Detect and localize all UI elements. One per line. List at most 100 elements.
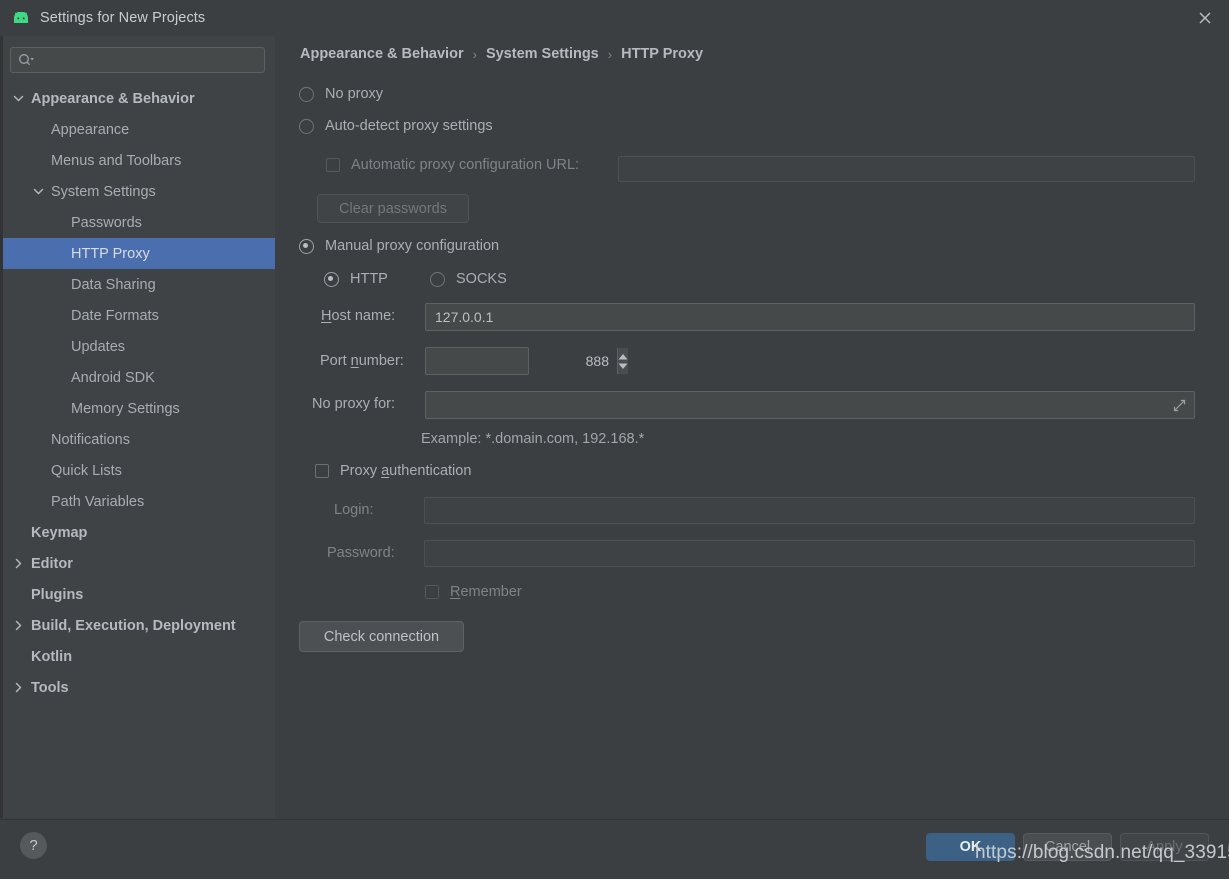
sidebar-item-label: Data Sharing bbox=[71, 276, 156, 293]
sidebar-item-updates[interactable]: Updates bbox=[3, 331, 275, 362]
sidebar-item-keymap[interactable]: Keymap bbox=[3, 517, 275, 548]
login-field[interactable] bbox=[424, 497, 1195, 524]
sidebar-item-label: Path Variables bbox=[51, 493, 145, 510]
auto-detect-label: Auto-detect proxy settings bbox=[325, 118, 493, 134]
close-icon[interactable] bbox=[1181, 0, 1229, 36]
sidebar-item-appearance-behavior[interactable]: Appearance & Behavior bbox=[3, 83, 275, 114]
dialog-action-buttons: OK Cancel Apply bbox=[926, 833, 1209, 861]
login-input[interactable] bbox=[432, 501, 1187, 520]
sidebar-item-label: Appearance & Behavior bbox=[31, 90, 195, 107]
sidebar-item-label: Tools bbox=[31, 679, 69, 696]
title-bar: Settings for New Projects bbox=[0, 0, 1229, 36]
sidebar-item-data-sharing[interactable]: Data Sharing bbox=[3, 269, 275, 300]
manual-proxy-label: Manual proxy configuration bbox=[325, 238, 500, 254]
ok-button[interactable]: OK bbox=[926, 833, 1015, 861]
no-proxy-radio-row[interactable]: No proxy bbox=[299, 86, 383, 102]
no-proxy-for-input[interactable] bbox=[433, 396, 1164, 414]
sidebar-item-system-settings[interactable]: System Settings bbox=[3, 176, 275, 207]
sidebar-item-http-proxy[interactable]: HTTP Proxy bbox=[3, 238, 275, 269]
help-icon[interactable]: ? bbox=[20, 832, 47, 859]
search-field[interactable] bbox=[10, 47, 265, 73]
sidebar-item-label: HTTP Proxy bbox=[71, 245, 150, 262]
sidebar-item-tools[interactable]: Tools bbox=[3, 672, 275, 703]
sidebar-item-label: Build, Execution, Deployment bbox=[31, 617, 236, 634]
sidebar-item-label: Android SDK bbox=[71, 369, 155, 386]
sidebar-item-label: Passwords bbox=[71, 214, 142, 231]
sidebar-item-label: Quick Lists bbox=[51, 462, 122, 479]
socks-label: SOCKS bbox=[456, 271, 507, 287]
http-label: HTTP bbox=[350, 271, 388, 287]
sidebar-item-label: Memory Settings bbox=[71, 400, 180, 417]
sidebar-item-label: Menus and Toolbars bbox=[51, 152, 182, 169]
sidebar-item-notifications[interactable]: Notifications bbox=[3, 424, 275, 455]
chevron-right-icon[interactable] bbox=[11, 556, 26, 571]
port-number-input[interactable] bbox=[426, 348, 617, 374]
sidebar-item-path-variables[interactable]: Path Variables bbox=[3, 486, 275, 517]
pac-url-field[interactable] bbox=[618, 156, 1195, 182]
socks-radio[interactable] bbox=[430, 271, 445, 287]
search-input[interactable] bbox=[35, 51, 264, 69]
chevron-down-icon[interactable] bbox=[11, 91, 26, 106]
port-number-spinner[interactable] bbox=[425, 347, 628, 375]
check-connection-button[interactable]: Check connection bbox=[299, 621, 464, 652]
host-name-input[interactable] bbox=[433, 308, 1187, 326]
sidebar-item-editor[interactable]: Editor bbox=[3, 548, 275, 579]
pac-url-input[interactable] bbox=[626, 160, 1187, 178]
chevron-right-icon[interactable] bbox=[11, 618, 26, 633]
sidebar-item-plugins[interactable]: Plugins bbox=[3, 579, 275, 610]
proxy-authentication-row[interactable]: Proxy authentication bbox=[315, 463, 471, 479]
password-input[interactable] bbox=[432, 544, 1187, 563]
sidebar-item-label: Date Formats bbox=[71, 307, 159, 324]
remember-checkbox[interactable] bbox=[425, 585, 439, 599]
sidebar-item-date-formats[interactable]: Date Formats bbox=[3, 300, 275, 331]
apply-button[interactable]: Apply bbox=[1120, 833, 1209, 861]
android-robot-icon bbox=[12, 9, 30, 27]
cancel-button[interactable]: Cancel bbox=[1023, 833, 1112, 861]
expand-diagonal-icon[interactable] bbox=[1164, 399, 1194, 412]
no-proxy-for-field[interactable] bbox=[425, 391, 1195, 419]
remember-row[interactable]: Remember bbox=[425, 584, 522, 600]
sidebar-item-android-sdk[interactable]: Android SDK bbox=[3, 362, 275, 393]
auto-detect-radio[interactable] bbox=[299, 118, 314, 134]
pac-url-checkbox[interactable] bbox=[326, 158, 340, 172]
sidebar-item-passwords[interactable]: Passwords bbox=[3, 207, 275, 238]
chevron-down-icon[interactable] bbox=[31, 184, 46, 199]
chevron-right-icon[interactable] bbox=[11, 680, 26, 695]
no-proxy-label: No proxy bbox=[325, 86, 384, 102]
proxy-authentication-checkbox[interactable] bbox=[315, 464, 329, 478]
pac-url-label: Automatic proxy configuration URL: bbox=[351, 157, 580, 173]
sidebar-item-label: Plugins bbox=[31, 586, 84, 603]
breadcrumb-part-2[interactable]: System Settings bbox=[486, 46, 599, 62]
search-icon bbox=[18, 53, 35, 67]
password-label: Password: bbox=[327, 545, 395, 561]
host-name-field[interactable] bbox=[425, 303, 1195, 331]
breadcrumb-part-1[interactable]: Appearance & Behavior bbox=[300, 46, 464, 62]
sidebar-item-build-execution-deployment[interactable]: Build, Execution, Deployment bbox=[3, 610, 275, 641]
breadcrumb-separator-2: › bbox=[607, 46, 613, 62]
clear-passwords-button[interactable]: Clear passwords bbox=[317, 194, 469, 223]
sidebar-item-menus-and-toolbars[interactable]: Menus and Toolbars bbox=[3, 145, 275, 176]
sidebar-item-quick-lists[interactable]: Quick Lists bbox=[3, 455, 275, 486]
breadcrumb-separator-1: › bbox=[472, 46, 477, 62]
auto-detect-radio-row[interactable]: Auto-detect proxy settings bbox=[299, 118, 493, 134]
manual-proxy-radio-row[interactable]: Manual proxy configuration bbox=[299, 238, 499, 254]
http-radio[interactable] bbox=[324, 271, 339, 287]
sidebar-item-appearance[interactable]: Appearance bbox=[3, 114, 275, 145]
sidebar-item-memory-settings[interactable]: Memory Settings bbox=[3, 393, 275, 424]
socks-radio-row[interactable]: SOCKS bbox=[430, 271, 507, 287]
manual-proxy-radio[interactable] bbox=[299, 238, 314, 254]
spinner-arrows-icon[interactable] bbox=[617, 348, 628, 374]
no-proxy-radio[interactable] bbox=[299, 86, 314, 102]
http-radio-row[interactable]: HTTP bbox=[324, 271, 388, 287]
no-proxy-example-text: Example: *.domain.com, 192.168.* bbox=[421, 431, 645, 447]
sidebar-item-kotlin[interactable]: Kotlin bbox=[3, 641, 275, 672]
password-field[interactable] bbox=[424, 540, 1195, 567]
